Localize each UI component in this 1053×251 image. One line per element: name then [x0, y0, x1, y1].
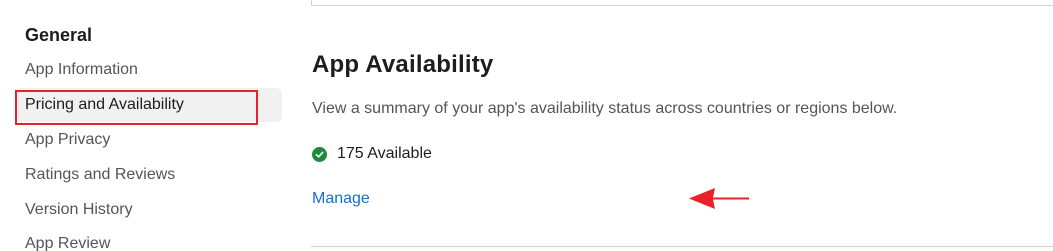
panel-divider-bottom [311, 246, 1053, 247]
sidebar-item-app-review[interactable]: App Review [15, 227, 282, 251]
sidebar-heading: General [25, 25, 93, 45]
section-title: App Availability [312, 51, 494, 78]
sidebar-item-pricing-and-availability[interactable]: Pricing and Availability [15, 88, 282, 122]
sidebar-item-ratings-and-reviews[interactable]: Ratings and Reviews [15, 158, 282, 192]
availability-status: 175 Available [312, 144, 432, 164]
panel-divider-left [311, 0, 312, 6]
section-description: View a summary of your app's availabilit… [312, 100, 898, 117]
panel-divider-top [311, 5, 1053, 6]
app-store-connect-page: General App Information Pricing and Avai… [0, 0, 1053, 251]
arrow-annotation-icon [689, 188, 749, 209]
manage-link[interactable]: Manage [312, 190, 370, 208]
check-circle-icon [312, 146, 327, 162]
sidebar: General App Information Pricing and Avai… [0, 0, 290, 251]
availability-count: 175 Available [337, 145, 432, 162]
sidebar-item-app-privacy[interactable]: App Privacy [15, 123, 282, 157]
sidebar-item-version-history[interactable]: Version History [15, 193, 282, 227]
sidebar-item-app-information[interactable]: App Information [15, 53, 282, 87]
app-availability-section: App Availability View a summary of your … [311, 0, 1053, 251]
